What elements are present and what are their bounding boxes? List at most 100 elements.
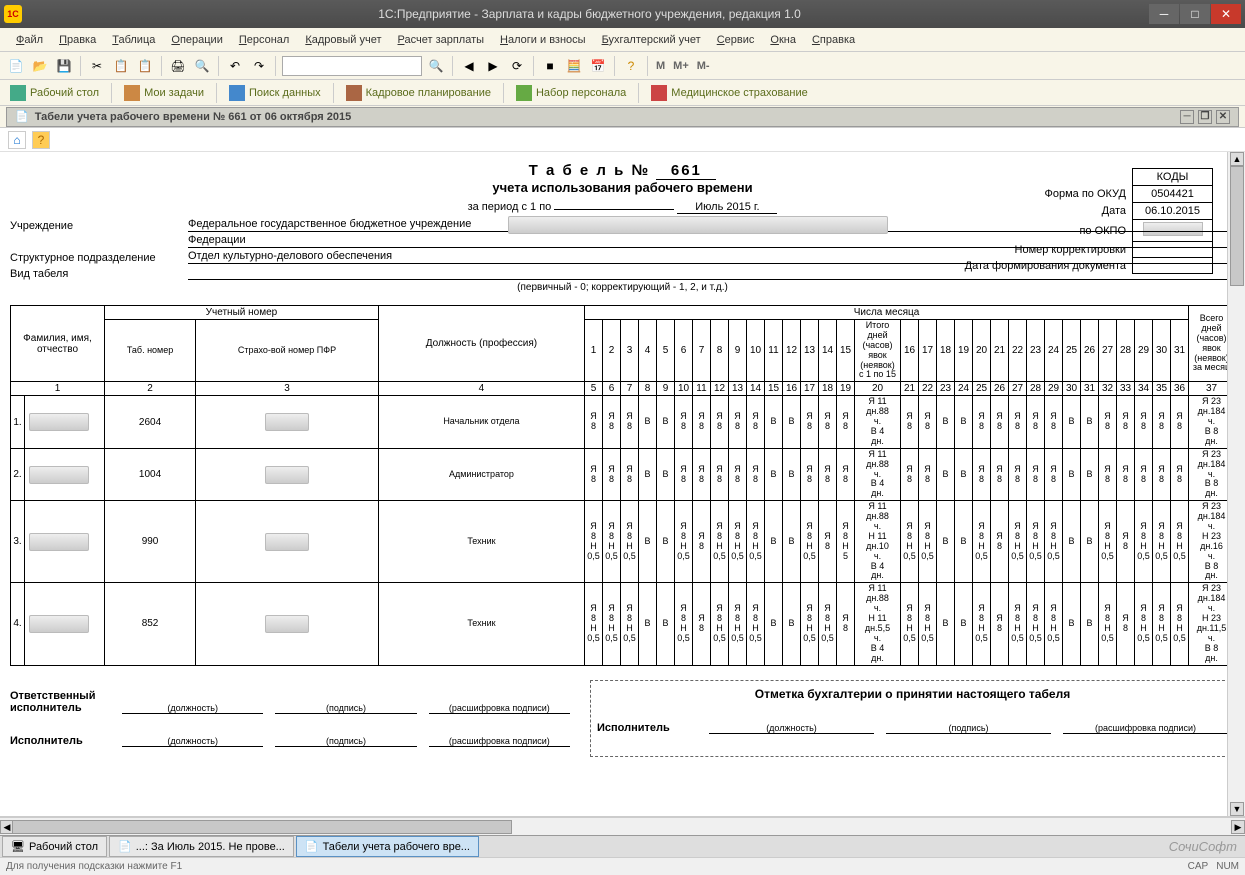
menu-таблица[interactable]: Таблица: [106, 31, 161, 49]
document-tab[interactable]: 📄 Табели учета рабочего времени № 661 от…: [6, 107, 1239, 127]
back-icon[interactable]: ◀: [459, 56, 479, 76]
medical-button[interactable]: Медицинское страхование: [647, 83, 811, 103]
scroll-up-icon[interactable]: ▲: [1230, 152, 1244, 166]
app-logo-icon: 1C: [4, 5, 22, 23]
timesheet-table: Фамилия, имя, отчествоУчетный номерДолжн…: [10, 305, 1235, 666]
planning-icon: [346, 85, 362, 101]
table-row: 4.852ТехникЯ8Н0,5Я8Н0,5Я8Н0,5ВВЯ8Н0,5Я8Я…: [11, 583, 1235, 665]
tasks-button[interactable]: Мои задачи: [120, 83, 208, 103]
org-value: Федеральное государственное бюджетное уч…: [188, 218, 1235, 232]
desktop-icon: [10, 85, 26, 101]
document-tab-title: Табели учета рабочего времени № 661 от 0…: [35, 111, 352, 123]
calendar-icon[interactable]: 📅: [588, 56, 608, 76]
doc-icon: 📄: [118, 840, 132, 853]
status-cap: CAP: [1188, 861, 1209, 872]
undo-icon[interactable]: ↶: [225, 56, 245, 76]
report-number: 661: [656, 162, 716, 180]
doc-action-icon[interactable]: ⌂: [8, 131, 26, 149]
preview-icon[interactable]: 🔍: [192, 56, 212, 76]
tasks-icon: [124, 85, 140, 101]
search-data-button[interactable]: Поиск данных: [225, 83, 325, 103]
cut-icon[interactable]: ✂: [87, 56, 107, 76]
stop-icon[interactable]: ■: [540, 56, 560, 76]
document-toolbar: ⌂ ?: [0, 128, 1245, 152]
accounting-title: Отметка бухгалтерии о принятии настоящег…: [597, 687, 1228, 701]
paste-icon[interactable]: 📋: [135, 56, 155, 76]
close-button[interactable]: ✕: [1211, 4, 1241, 24]
doc-help-icon[interactable]: ?: [32, 131, 50, 149]
main-toolbar: 📄 📂 💾 ✂ 📋 📋 🖨 🔍 ↶ ↷ 🔍 ◀ ▶ ⟳ ■ 🧮 📅 ? M M+…: [0, 52, 1245, 80]
minimize-button[interactable]: ─: [1149, 4, 1179, 24]
menu-окна[interactable]: Окна: [764, 31, 802, 49]
planning-button[interactable]: Кадровое планирование: [342, 83, 495, 103]
menu-операции[interactable]: Операции: [165, 31, 228, 49]
mplus-button[interactable]: M+: [671, 60, 691, 72]
table-row: 2.1004АдминистраторЯ8Я8Я8ВВЯ8Я8Я8Я8Я8ВВЯ…: [11, 448, 1235, 500]
org-label: Учреждение: [10, 220, 180, 232]
help-icon[interactable]: ?: [621, 56, 641, 76]
scroll-down-icon[interactable]: ▼: [1230, 802, 1244, 816]
report-viewport[interactable]: Т а б е л ь № 661 учета использования ра…: [0, 152, 1245, 817]
doc-close-icon[interactable]: ✕: [1216, 110, 1230, 124]
maximize-button[interactable]: □: [1180, 4, 1210, 24]
recruit-icon: [516, 85, 532, 101]
table-row: 1.2604Начальник отделаЯ8Я8Я8ВВЯ8Я8Я8Я8Я8…: [11, 396, 1235, 448]
menu-файл[interactable]: Файл: [10, 31, 49, 49]
dept-label: Структурное подразделение: [10, 252, 180, 264]
status-num: NUM: [1216, 861, 1239, 872]
dept-value: Отдел культурно-делового обеспечения: [188, 250, 1235, 264]
menu-бухгалтерский учет[interactable]: Бухгалтерский учет: [596, 31, 707, 49]
table-row: 3.990ТехникЯ8Н0,5Я8Н0,5Я8Н0,5ВВЯ8Н0,5Я8Я…: [11, 501, 1235, 583]
search-input[interactable]: [282, 56, 422, 76]
scroll-right-icon[interactable]: ▶: [1231, 820, 1245, 834]
window-tabs: 🖥Рабочий стол 📄...: За Июль 2015. Не про…: [0, 835, 1245, 857]
print-icon[interactable]: 🖨: [168, 56, 188, 76]
doc-restore-icon[interactable]: ❐: [1198, 110, 1212, 124]
titlebar: 1C 1С:Предприятие - Зарплата и кадры бюд…: [0, 0, 1245, 28]
horizontal-scrollbar[interactable]: ◀ ▶: [0, 817, 1245, 835]
copy-icon[interactable]: 📋: [111, 56, 131, 76]
calc-icon[interactable]: 🧮: [564, 56, 584, 76]
search-icon: [229, 85, 245, 101]
open-icon[interactable]: 📂: [30, 56, 50, 76]
menu-кадровый учет[interactable]: Кадровый учет: [299, 31, 387, 49]
menu-налоги и взносы[interactable]: Налоги и взносы: [494, 31, 592, 49]
statusbar: Для получения подсказки нажмите F1 CAP N…: [0, 857, 1245, 875]
mminus-button[interactable]: M-: [695, 60, 712, 72]
tab-july[interactable]: 📄...: За Июль 2015. Не прове...: [109, 836, 294, 857]
menu-персонал[interactable]: Персонал: [233, 31, 296, 49]
search-go-icon[interactable]: 🔍: [426, 56, 446, 76]
refresh-icon[interactable]: ⟳: [507, 56, 527, 76]
signature-section: Ответственный исполнитель (должность) (п…: [10, 680, 1235, 757]
hscroll-thumb[interactable]: [12, 820, 512, 834]
doc-icon: 📄: [15, 110, 29, 123]
m-button[interactable]: M: [654, 60, 667, 72]
tab-desktop[interactable]: 🖥Рабочий стол: [2, 836, 107, 857]
doc-minimize-icon[interactable]: ─: [1180, 110, 1194, 124]
vertical-scrollbar[interactable]: ▲ ▼: [1227, 152, 1245, 816]
desktop-button[interactable]: Рабочий стол: [6, 83, 103, 103]
desk-icon: 🖥: [11, 840, 25, 853]
type-label: Вид табеля: [10, 268, 180, 280]
menu-расчет зарплаты[interactable]: Расчет зарплаты: [392, 31, 491, 49]
menu-справка[interactable]: Справка: [806, 31, 861, 49]
tab-tabel[interactable]: 📄Табели учета рабочего вре...: [296, 836, 479, 857]
scroll-thumb[interactable]: [1230, 166, 1244, 286]
document-tab-bar: 📄 Табели учета рабочего времени № 661 от…: [0, 106, 1245, 128]
medical-icon: [651, 85, 667, 101]
window-title: 1С:Предприятие - Зарплата и кадры бюджет…: [30, 7, 1149, 21]
redo-icon[interactable]: ↷: [249, 56, 269, 76]
brand-label: СочиСофт: [1169, 839, 1237, 854]
type-note: (первичный - 0; корректирующий - 1, 2, и…: [10, 282, 1235, 293]
save-icon[interactable]: 💾: [54, 56, 74, 76]
menu-сервис[interactable]: Сервис: [711, 31, 761, 49]
new-icon[interactable]: 📄: [6, 56, 26, 76]
menu-правка[interactable]: Правка: [53, 31, 102, 49]
org-value-2: Федерации: [188, 234, 1235, 248]
nav-toolbar: Рабочий стол Мои задачи Поиск данных Кад…: [0, 80, 1245, 106]
recruit-button[interactable]: Набор персонала: [512, 83, 630, 103]
type-value: [188, 266, 1235, 280]
menubar: ФайлПравкаТаблицаОперации ПерсоналКадровы…: [0, 28, 1245, 52]
doc-icon: 📄: [305, 840, 319, 853]
fwd-icon[interactable]: ▶: [483, 56, 503, 76]
